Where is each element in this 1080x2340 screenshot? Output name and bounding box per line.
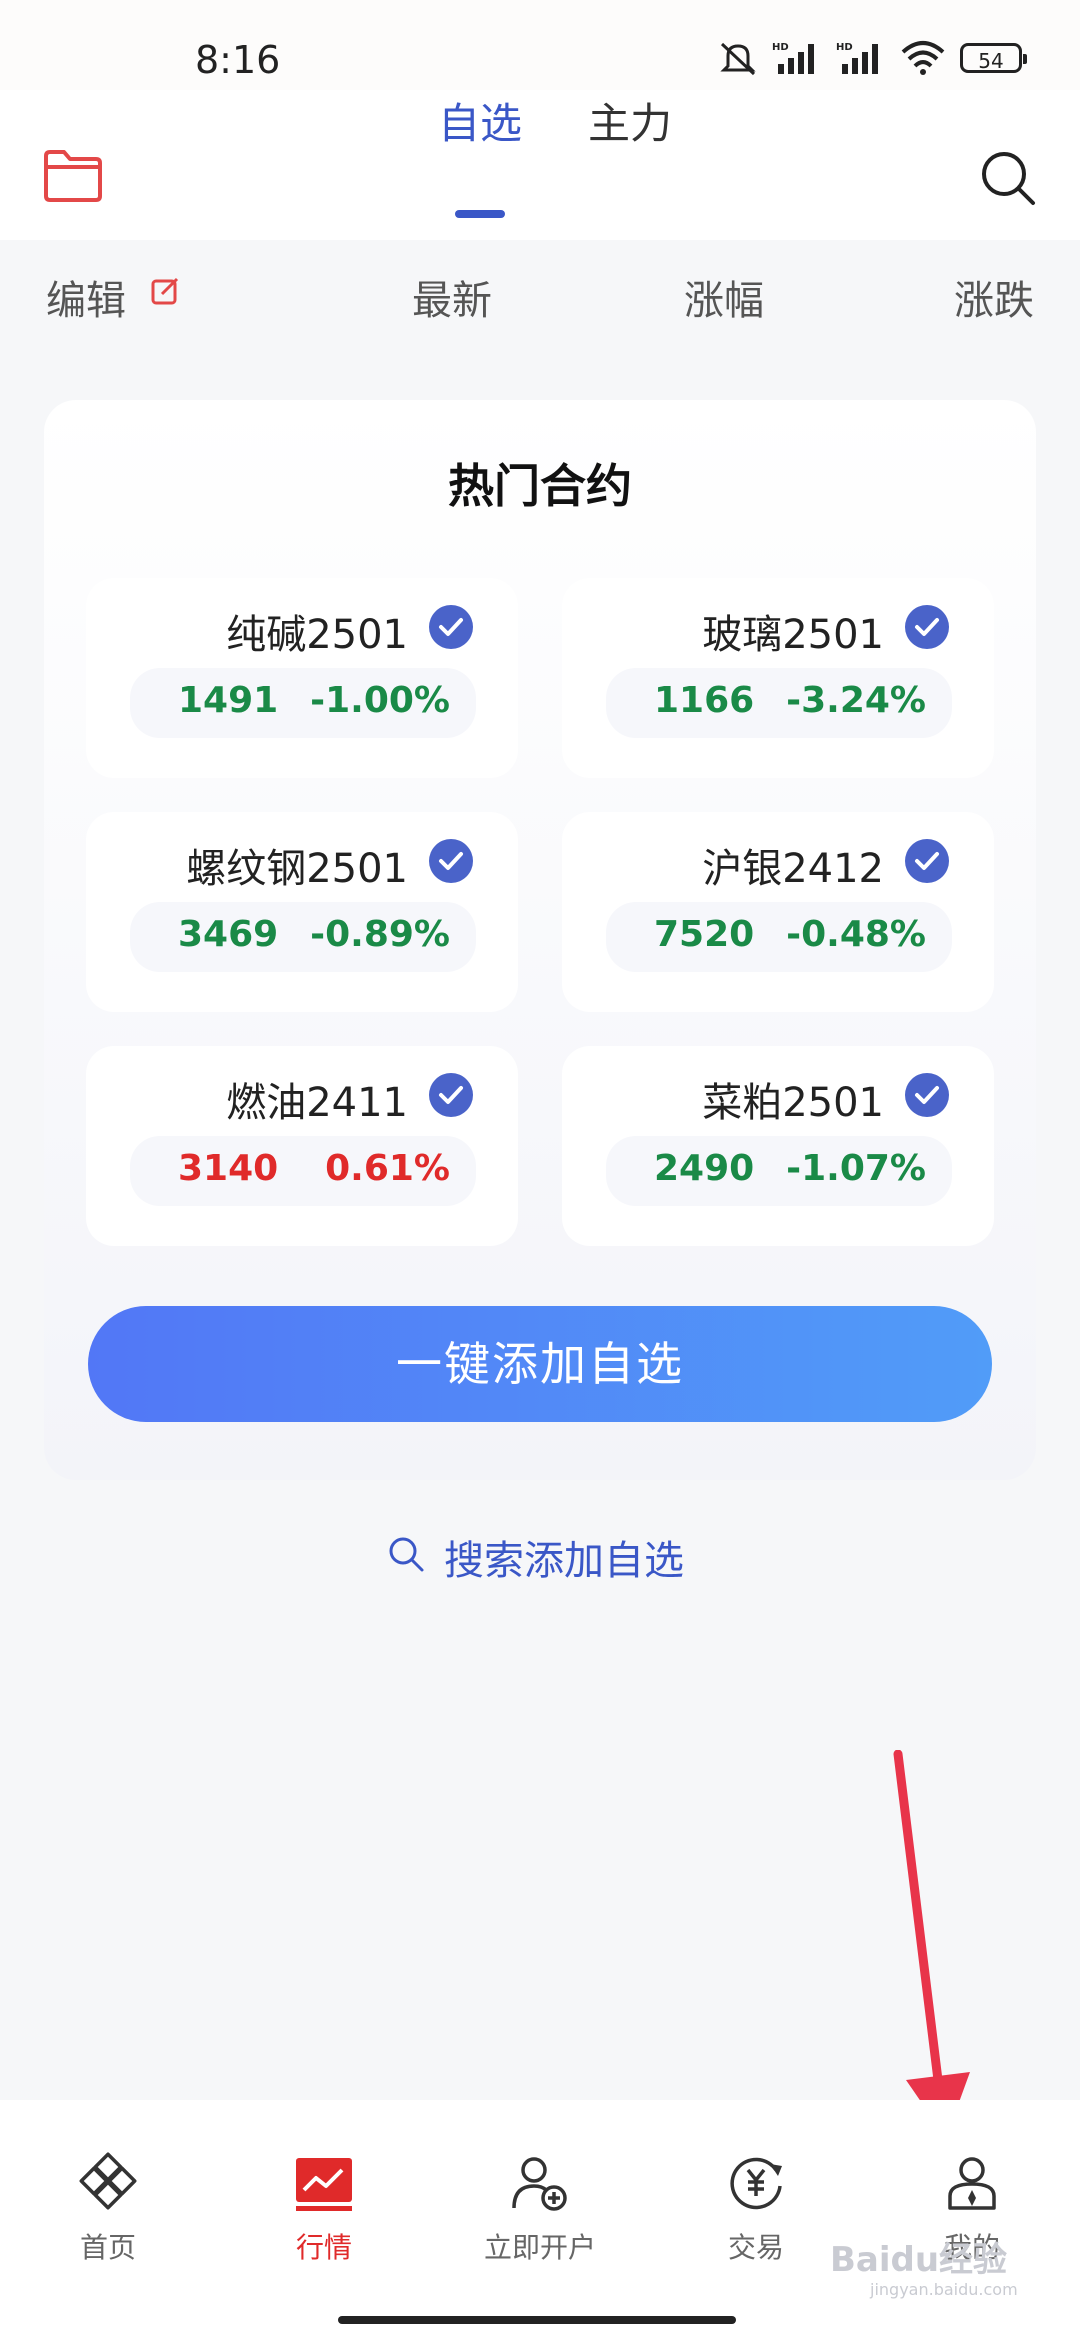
open-account-icon xyxy=(512,2157,567,2211)
column-header-row: 编辑 最新 涨幅 涨跌 xyxy=(0,240,1080,340)
contract-price: 2490 xyxy=(654,1148,755,1189)
contract-price: 3469 xyxy=(178,914,279,955)
contract-change-percent: -1.00% xyxy=(310,680,450,721)
check-circle-icon[interactable] xyxy=(904,1072,950,1118)
contract-quote: 3140 0.61% xyxy=(130,1136,476,1206)
top-header: 自选 主力 xyxy=(0,90,1080,240)
contract-change-percent: -1.07% xyxy=(786,1148,926,1189)
status-bar: 8:16 HD HD 54 xyxy=(0,0,1080,90)
contract-card[interactable]: 菜粕2501 2490 -1.07% xyxy=(562,1046,994,1246)
contract-change-percent: -0.48% xyxy=(786,914,926,955)
edit-button[interactable]: 编辑 xyxy=(46,268,126,326)
hot-contracts-title: 热门合约 xyxy=(448,459,632,513)
search-icon xyxy=(389,1537,424,1572)
contract-name: 沪银2412 xyxy=(702,846,884,892)
contract-name: 玻璃2501 xyxy=(702,612,884,658)
contract-quote: 2490 -1.07% xyxy=(606,1136,952,1206)
nav-label: 立即开户 xyxy=(483,2231,596,2264)
wifi-icon xyxy=(901,41,945,75)
nav-home[interactable]: 首页 xyxy=(48,2152,168,2266)
active-tab-indicator xyxy=(455,210,505,218)
contract-quote: 1166 -3.24% xyxy=(606,668,952,738)
contract-name: 菜粕2501 xyxy=(702,1080,884,1126)
contract-card[interactable]: 纯碱2501 1491 -1.00% xyxy=(86,578,518,778)
annotation-arrow-icon xyxy=(893,1750,970,2138)
trade-yen-icon xyxy=(730,2157,782,2210)
market-chart-icon xyxy=(296,2158,352,2211)
svg-text:HD: HD xyxy=(772,42,789,53)
edit-icon[interactable] xyxy=(150,276,180,306)
contract-card[interactable]: 沪银2412 7520 -0.48% xyxy=(562,812,994,1012)
contract-price: 1166 xyxy=(654,680,755,721)
column-change-percent[interactable]: 涨幅 xyxy=(684,268,764,326)
tab-main-contracts[interactable]: 主力 xyxy=(588,90,672,151)
contract-change-percent: -3.24% xyxy=(786,680,926,721)
nav-label: 行情 xyxy=(295,2231,352,2264)
tab-watchlist[interactable]: 自选 xyxy=(438,90,522,151)
add-all-to-watchlist-button[interactable]: 一键添加自选 xyxy=(88,1306,992,1422)
home-icon xyxy=(79,2152,137,2210)
column-latest[interactable]: 最新 xyxy=(412,268,492,326)
nav-label: 首页 xyxy=(79,2231,136,2264)
watermark: Baidu经验 xyxy=(830,2240,1008,2280)
battery-icon: 54 xyxy=(960,43,1027,73)
check-circle-icon[interactable] xyxy=(904,604,950,650)
nav-market[interactable]: 行情 xyxy=(264,2152,384,2266)
check-circle-icon[interactable] xyxy=(428,1072,474,1118)
status-icons: HD HD 54 xyxy=(718,40,1027,76)
contract-price: 1491 xyxy=(178,680,279,721)
mute-icon xyxy=(720,42,756,76)
column-change[interactable]: 涨跌 xyxy=(954,268,1034,326)
contract-name: 螺纹钢2501 xyxy=(186,846,408,892)
contract-quote: 7520 -0.48% xyxy=(606,902,952,972)
profile-icon xyxy=(948,2157,996,2210)
folder-icon[interactable] xyxy=(42,148,104,204)
contract-name: 纯碱2501 xyxy=(226,612,408,658)
nav-trade[interactable]: 交易 xyxy=(696,2152,816,2266)
hot-contracts-card: 热门合约 纯碱2501 1491 -1.00% 玻璃2501 1166 -3.2… xyxy=(44,400,1036,1480)
check-circle-icon[interactable] xyxy=(428,838,474,884)
contract-price: 7520 xyxy=(654,914,755,955)
contract-price: 3140 xyxy=(178,1148,279,1189)
nav-label: 交易 xyxy=(727,2231,784,2264)
contract-quote: 1491 -1.00% xyxy=(130,668,476,738)
svg-text:HD: HD xyxy=(836,42,853,53)
watermark-url: jingyan.baidu.com xyxy=(870,2280,1018,2299)
contract-change-percent: -0.89% xyxy=(310,914,450,955)
home-indicator[interactable] xyxy=(338,2316,736,2324)
check-circle-icon[interactable] xyxy=(904,838,950,884)
contract-card[interactable]: 玻璃2501 1166 -3.24% xyxy=(562,578,994,778)
status-time: 8:16 xyxy=(195,38,281,82)
contract-quote: 3469 -0.89% xyxy=(130,902,476,972)
nav-open-account[interactable]: 立即开户 xyxy=(480,2152,600,2266)
contract-card[interactable]: 螺纹钢2501 3469 -0.89% xyxy=(86,812,518,1012)
bottom-navigation: 首页 行情 立即开户 交易 我的 xyxy=(0,2100,1080,2340)
search-add-label: 搜索添加自选 xyxy=(444,1538,684,1584)
signal-hd-icon: HD xyxy=(836,42,878,74)
contract-name: 燃油2411 xyxy=(226,1080,408,1126)
check-circle-icon[interactable] xyxy=(428,604,474,650)
contract-change-percent: 0.61% xyxy=(325,1148,450,1189)
search-icon[interactable] xyxy=(978,148,1038,208)
signal-hd-icon: HD xyxy=(772,42,814,74)
contract-card[interactable]: 燃油2411 3140 0.61% xyxy=(86,1046,518,1246)
